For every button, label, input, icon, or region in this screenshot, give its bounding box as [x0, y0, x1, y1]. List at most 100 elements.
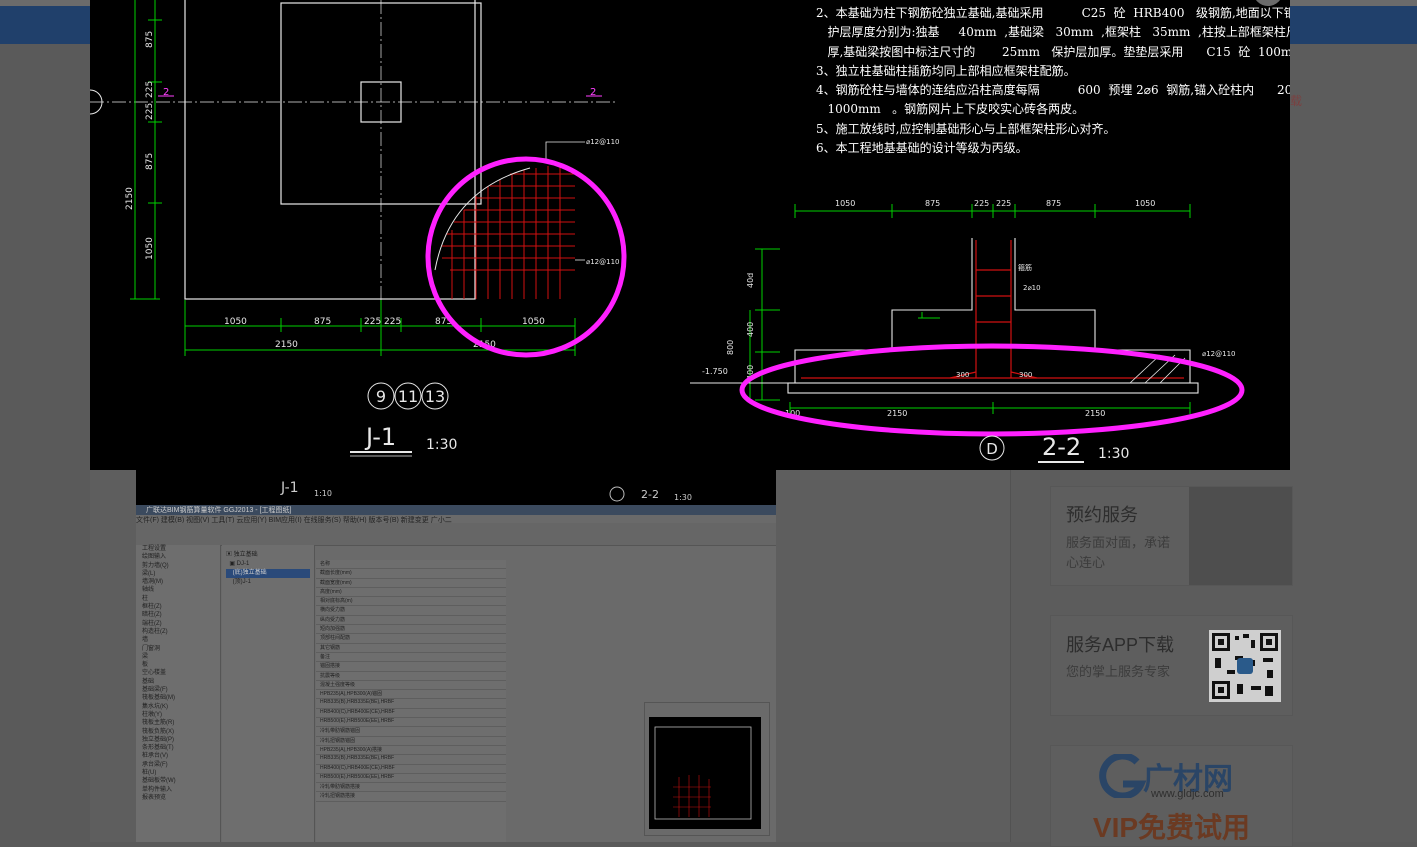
tree-item[interactable]: 条形基础(T): [136, 744, 220, 752]
plan-left-dim-total: 2150: [125, 187, 135, 210]
tree-item[interactable]: 筏板基础(M): [136, 694, 220, 702]
component-tree: 工程设置 绘图输入 剪力墙(Q) 梁(L) 墙洞(M) 轴线柱框柱(Z) 暗柱(Z) 端柱(Z…: [136, 545, 221, 842]
property-row[interactable]: 混凝土强度等级: [316, 681, 506, 691]
property-row[interactable]: HRB335(B),HRB335E(BE),HRBF: [316, 699, 506, 709]
plan-bottom-dim-1: 1050: [224, 317, 247, 327]
booking-title: 预约服务: [1066, 505, 1138, 525]
section-top-dim-4: 225: [996, 199, 1011, 208]
tree-item[interactable]: 墙: [136, 636, 220, 644]
plan-bottom-dim-total: 2150: [275, 340, 298, 350]
bg-plan-label: J-1: [280, 480, 299, 496]
tree-item[interactable]: 构造柱(Z): [136, 628, 220, 636]
property-row[interactable]: HRB400(C),HRB400E(CE),HRBF: [316, 709, 506, 719]
preview-pane: [644, 702, 770, 836]
article-image[interactable]: J-1 1:10 2-2 1:30 广联达BIM钢筋算量软件 GGJ2013 -…: [136, 450, 776, 842]
tree-item[interactable]: 基础梁(F): [136, 686, 220, 694]
tree-item[interactable]: 独立基础(P): [136, 736, 220, 744]
list-item: (顶)J-1: [226, 579, 251, 585]
section-rebar: [801, 240, 1184, 379]
section-axis-d: D: [986, 440, 998, 458]
tree-item[interactable]: 基础板带(W): [136, 777, 220, 785]
property-row[interactable]: HPB235(A),HPB300(A)锚固: [316, 690, 506, 700]
property-row[interactable]: 截面宽度(mm): [316, 579, 506, 588]
qr-code-icon[interactable]: [1209, 630, 1281, 702]
tree-item[interactable]: 单构件输入: [136, 786, 220, 794]
app-download-card[interactable]: 服务APP下载 您的掌上服务专家: [1050, 615, 1293, 716]
property-row[interactable]: 冷轧扭钢筋锚固: [316, 737, 506, 746]
property-row[interactable]: 纵向受力筋: [316, 616, 506, 626]
tree-item[interactable]: 端柱(Z): [136, 620, 220, 628]
tree-item[interactable]: 轴线: [136, 586, 220, 594]
note-line: 2、本基础为柱下钢筋砼独立基础,基础采用 C25 砼 HRB400 级钢筋,地面…: [816, 6, 1290, 20]
tree-item[interactable]: 工程设置: [136, 545, 220, 553]
lightbox-image[interactable]: 2 2 875 225 225 875 2150 1050 1050 875 2…: [90, 0, 1290, 470]
side-tab-partial[interactable]: 载: [1290, 92, 1302, 109]
property-row[interactable]: HPB235(A),HPB300(A)搭接: [316, 746, 506, 756]
app-download-title: 服务APP下载: [1066, 635, 1175, 655]
property-row[interactable]: 名称: [316, 560, 506, 570]
plan-axis-11: 11: [398, 387, 418, 406]
tree-item[interactable]: 筏板负筋(X): [136, 728, 220, 736]
tree-item[interactable]: 承台梁(F): [136, 761, 220, 769]
property-row[interactable]: 横向受力筋: [316, 606, 506, 616]
tree-item[interactable]: 空心楼盖: [136, 669, 220, 677]
handshake-image: [1189, 487, 1292, 585]
tree-item[interactable]: 绘图输入: [136, 553, 220, 561]
property-row[interactable]: 相对底标高(m): [316, 597, 506, 607]
software-window: 广联达BIM钢筋算量软件 GGJ2013 - [工程图纸] 文件(F) 建模(B…: [136, 505, 776, 842]
tree-item[interactable]: 暗柱(Z): [136, 611, 220, 619]
tree-item[interactable]: 梁: [136, 653, 220, 661]
property-row[interactable]: 冷轧带肋钢筋锚固: [316, 727, 506, 737]
property-row[interactable]: 高度(mm): [316, 588, 506, 598]
tree-item[interactable]: 基础: [136, 678, 220, 686]
tree-item[interactable]: 报表预览: [136, 794, 220, 802]
section-top-dim-2: 875: [925, 199, 940, 208]
section-top-dim-5: 875: [1046, 199, 1061, 208]
tree-item[interactable]: 筏板主筋(R): [136, 719, 220, 727]
property-row[interactable]: 顶部柱间配筋: [316, 634, 506, 644]
section-left-dim-400a: 400: [746, 322, 755, 337]
tree-item[interactable]: 桩(U): [136, 769, 220, 777]
property-row[interactable]: 冷轧带肋钢筋搭接: [316, 783, 506, 793]
section-mark-left: 2: [163, 87, 169, 98]
tree-item[interactable]: 门窗洞: [136, 645, 220, 653]
plan-left-dim-3: 225: [145, 103, 155, 120]
property-row[interactable]: HRB500(E),HRB500E(EE),HRBF: [316, 774, 506, 784]
property-row[interactable]: 备注: [316, 653, 506, 663]
tree-item[interactable]: 剪力墙(Q): [136, 562, 220, 570]
vip-trial-banner[interactable]: 广材网 www.gldjc.com VIP免费试用: [1050, 745, 1293, 847]
bg-section-scale: 1:30: [674, 493, 692, 502]
plan-axis-13: 13: [425, 387, 445, 406]
section-left-dim-800: 800: [726, 340, 735, 355]
tree-item[interactable]: 桩承台(V): [136, 752, 220, 760]
app-toolbar: [136, 523, 776, 546]
tree-item[interactable]: 柱: [136, 595, 220, 603]
plan-bottom-dim-2: 875: [314, 317, 331, 327]
property-row[interactable]: 锚固搭接: [316, 662, 506, 672]
note-line: 3、独立柱基础柱插筋均同上部相应框架柱配筋。: [816, 63, 1076, 78]
property-grid: 名称 截面长度(mm) 截面宽度(mm) 高度(mm) 相对底标高(m) 横向受力筋 纵向受…: [316, 560, 506, 842]
tree-item[interactable]: 梁(L): [136, 570, 220, 578]
property-row[interactable]: 抗震等级: [316, 672, 506, 681]
property-row[interactable]: 冷轧扭钢筋搭接: [316, 792, 506, 802]
booking-service-card[interactable]: 预约服务 服务面对面，承诺心连心: [1050, 486, 1293, 586]
logo-url: www.gldjc.com: [1151, 788, 1224, 800]
section-label-300-left: 300: [956, 371, 969, 379]
property-row[interactable]: HRB400(C),HRB400E(CE),HRBF: [316, 765, 506, 774]
tree-item[interactable]: 框柱(Z): [136, 603, 220, 611]
plan-left-dim-6: 1050: [145, 237, 155, 260]
booking-subtitle: 服务面对面，承诺心连心: [1066, 535, 1171, 570]
property-row[interactable]: HRB335(B),HRB335E(BE),HRBF: [316, 755, 506, 765]
property-row[interactable]: 其它钢筋: [316, 644, 506, 653]
plan-bottom-dim-3: 225: [364, 317, 381, 327]
component-list: ▣ 独立基础 ▣ DJ-1 (底)独立基础 (顶)J-1: [222, 545, 315, 842]
tree-item[interactable]: 板: [136, 661, 220, 669]
tree-item[interactable]: 集水坑(K): [136, 703, 220, 711]
property-row[interactable]: HRB500(E),HRB500E(EE),HRBF: [316, 718, 506, 728]
section-bar-label: 2⌀10: [1023, 284, 1041, 292]
property-row[interactable]: 短向加强筋: [316, 625, 506, 635]
property-row[interactable]: 截面长度(mm): [316, 569, 506, 579]
tree-item[interactable]: 柱墩(Y): [136, 711, 220, 719]
tree-item[interactable]: 墙洞(M): [136, 578, 220, 586]
highlight-ellipse-section: [739, 343, 1245, 437]
